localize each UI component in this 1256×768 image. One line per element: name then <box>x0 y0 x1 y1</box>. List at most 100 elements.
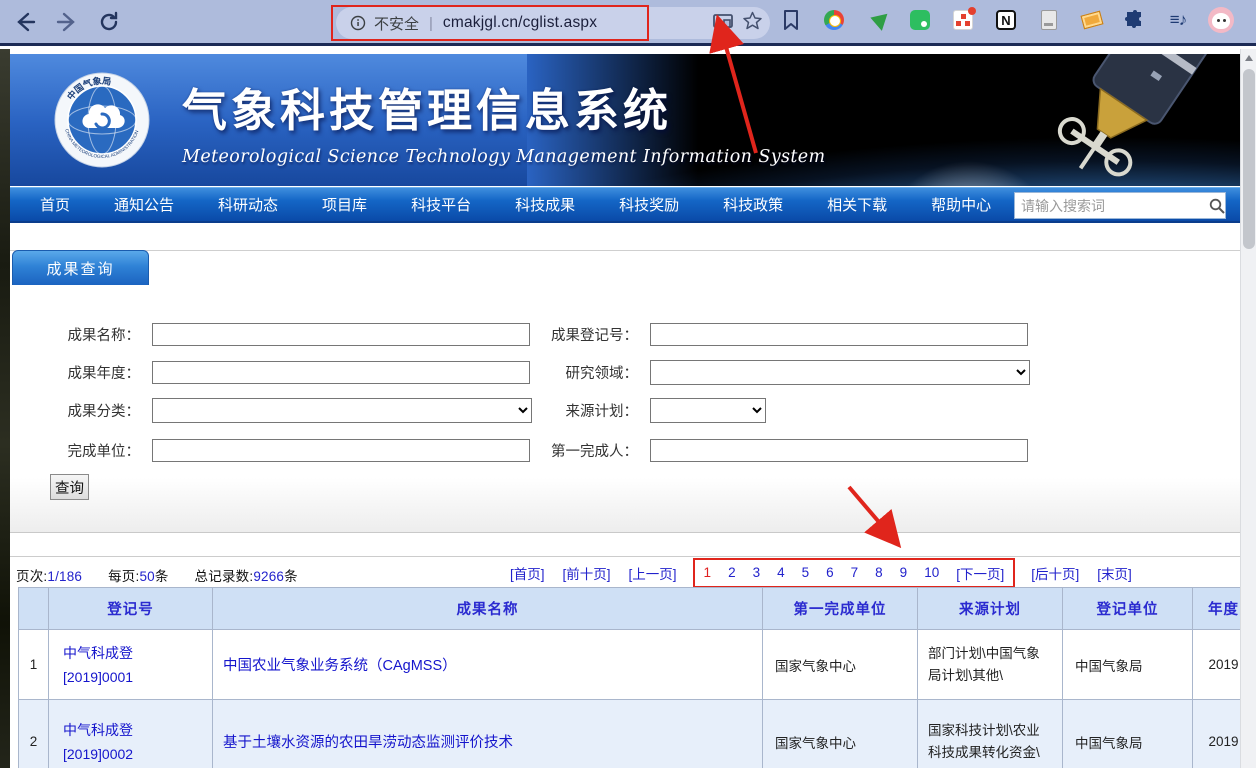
page-next-link[interactable]: [下一页] <box>956 563 1004 583</box>
table-row: 2 中气科成登[2019]0002 基于土壤水资源的农田旱涝动态监测评价技术 国… <box>19 700 1241 768</box>
pagination-bar: 页次:1/186 每页:50条 总记录数:9266条 [首页] [前十页] [上… <box>10 556 1240 587</box>
document-icon[interactable] <box>1036 7 1062 33</box>
playlist-icon[interactable]: ≡♪ <box>1165 7 1191 33</box>
desktop-edge <box>0 49 10 768</box>
source-plan-cell: 国家科技计划\农业科技成果转化资金\ <box>918 700 1063 768</box>
achievement-name-link[interactable]: 基于土壤水资源的农田旱涝动态监测评价技术 <box>223 735 513 751</box>
page-number-5[interactable]: 5 <box>802 565 810 580</box>
registration-no-input[interactable] <box>650 323 1028 346</box>
achievement-name-input[interactable] <box>152 323 530 346</box>
year-cell: 2019 <box>1193 700 1241 768</box>
page-prev-link[interactable]: [上一页] <box>629 563 677 583</box>
url-bar[interactable]: 不安全 | cmakjgl.cn/cglist.aspx <box>336 7 770 39</box>
achievement-year-input[interactable] <box>152 361 530 384</box>
results-table-wrap: 登记号 成果名称 第一完成单位 来源计划 登记单位 年度 1 中气科成登[201… <box>18 587 1240 768</box>
nav-item-achievements[interactable]: 科技成果 <box>515 194 575 215</box>
forward-icon[interactable] <box>50 5 84 39</box>
page-number-6[interactable]: 6 <box>826 565 834 580</box>
page-number-9[interactable]: 9 <box>900 565 908 580</box>
label-registration-no: 成果登记号： <box>538 324 638 345</box>
scroll-up-icon[interactable] <box>1241 49 1256 66</box>
kite-icon[interactable] <box>864 7 890 33</box>
sticker-icon[interactable] <box>1079 7 1105 33</box>
info-icon[interactable] <box>350 15 366 31</box>
site-banner: 中国气象局 CHINA METEOROLOGICAL ADMINISTRATIO… <box>10 54 1240 186</box>
star-icon[interactable] <box>743 11 762 30</box>
chrome-icon[interactable] <box>821 7 847 33</box>
search-icon[interactable] <box>1208 198 1225 214</box>
page-number-10[interactable]: 10 <box>924 565 939 580</box>
tab-achievement-query[interactable]: 成果查询 <box>12 250 149 285</box>
table-header-row: 登记号 成果名称 第一完成单位 来源计划 登记单位 年度 <box>19 588 1241 630</box>
label-first-author: 第一完成人： <box>538 440 638 461</box>
nav-item-help[interactable]: 帮助中心 <box>931 194 991 215</box>
site-subtitle: Meteorological Science Technology Manage… <box>182 147 826 167</box>
nav-item-platform[interactable]: 科技平台 <box>411 194 471 215</box>
url-text: cmakjgl.cn/cglist.aspx <box>443 14 597 32</box>
reg-no-link[interactable]: 中气科成登[2019]0002 <box>63 718 212 766</box>
back-icon[interactable] <box>8 5 42 39</box>
main-nav: 首页 通知公告 科研动态 项目库 科技平台 科技成果 科技奖励 科技政策 相关下… <box>10 187 1240 223</box>
query-button[interactable]: 查询 <box>50 474 89 500</box>
page-number-7[interactable]: 7 <box>851 565 859 580</box>
site-title: 气象科技管理信息系统 <box>182 74 826 139</box>
page-number-4[interactable]: 4 <box>777 565 785 580</box>
orgchart-icon[interactable] <box>950 7 976 33</box>
panel-divider <box>10 250 1240 251</box>
header-reg-unit: 登记单位 <box>1063 588 1193 630</box>
nav-item-downloads[interactable]: 相关下载 <box>827 194 887 215</box>
omnibox-divider: | <box>429 15 433 32</box>
header-year: 年度 <box>1193 588 1241 630</box>
source-plan-select[interactable] <box>650 398 766 423</box>
search-input[interactable] <box>1015 198 1208 214</box>
nav-item-home[interactable]: 首页 <box>40 194 70 215</box>
page-first-link[interactable]: [首页] <box>510 563 545 583</box>
reg-unit-cell: 中国气象局 <box>1063 630 1193 700</box>
label-source-plan: 来源计划： <box>538 400 638 421</box>
results-table: 登记号 成果名称 第一完成单位 来源计划 登记单位 年度 1 中气科成登[201… <box>18 587 1240 768</box>
page-number-8[interactable]: 8 <box>875 565 883 580</box>
avatar[interactable] <box>1208 7 1234 33</box>
label-achievement-category: 成果分类： <box>40 400 140 421</box>
nav-item-projects[interactable]: 项目库 <box>322 194 367 215</box>
satellite-graphic <box>992 54 1222 186</box>
header-source-plan: 来源计划 <box>918 588 1063 630</box>
label-research-field: 研究领域： <box>538 362 638 383</box>
page-number-1[interactable]: 1 <box>704 565 712 580</box>
evernote-icon[interactable] <box>907 7 933 33</box>
header-achievement-name: 成果名称 <box>213 588 763 630</box>
header-first-unit: 第一完成单位 <box>763 588 918 630</box>
first-unit-cell: 国家气象中心 <box>763 700 918 768</box>
scrollbar-thumb[interactable] <box>1243 69 1255 249</box>
label-achievement-year: 成果年度： <box>40 362 140 383</box>
reload-icon[interactable] <box>92 5 126 39</box>
notion-icon[interactable]: N <box>993 7 1019 33</box>
page-number-3[interactable]: 3 <box>753 565 761 580</box>
reg-no-link[interactable]: 中气科成登[2019]0001 <box>63 641 212 689</box>
page-next10-link[interactable]: [后十页] <box>1031 563 1079 583</box>
reg-unit-cell: 中国气象局 <box>1063 700 1193 768</box>
nav-item-policy[interactable]: 科技政策 <box>723 194 783 215</box>
menu-dots-icon[interactable]: ⋮ <box>1251 7 1256 33</box>
browser-toolbar: 不安全 | cmakjgl.cn/cglist.aspx N ≡♪ <box>0 0 1256 46</box>
nav-item-awards[interactable]: 科技奖励 <box>619 194 679 215</box>
bookmark-flag-icon[interactable] <box>778 7 804 33</box>
pagination-highlight-box: 1 2 3 4 5 6 7 8 9 10 [下一页] <box>693 558 1016 588</box>
page-prev10-link[interactable]: [前十页] <box>563 563 611 583</box>
achievement-category-select[interactable] <box>152 398 532 423</box>
row-number: 2 <box>19 700 49 768</box>
research-field-select[interactable] <box>650 360 1030 385</box>
nav-item-research-news[interactable]: 科研动态 <box>218 194 278 215</box>
achievement-name-link[interactable]: 中国农业气象业务系统（CAgMSS） <box>223 658 457 674</box>
completing-unit-input[interactable] <box>152 439 530 462</box>
puzzle-icon[interactable] <box>1122 7 1148 33</box>
header-reg-no: 登记号 <box>49 588 213 630</box>
page-number-2[interactable]: 2 <box>728 565 736 580</box>
extension-row: N ≡♪ ⋮ <box>778 7 1256 33</box>
nav-item-notices[interactable]: 通知公告 <box>114 194 174 215</box>
query-form-panel: 成果名称： 成果登记号： 成果年度： 研究领域： 成果分类： 来源计划： 完成单… <box>10 285 1240 533</box>
cast-icon[interactable] <box>713 13 733 29</box>
page-scrollbar[interactable] <box>1240 49 1256 768</box>
page-last-link[interactable]: [末页] <box>1097 563 1132 583</box>
first-author-input[interactable] <box>650 439 1028 462</box>
